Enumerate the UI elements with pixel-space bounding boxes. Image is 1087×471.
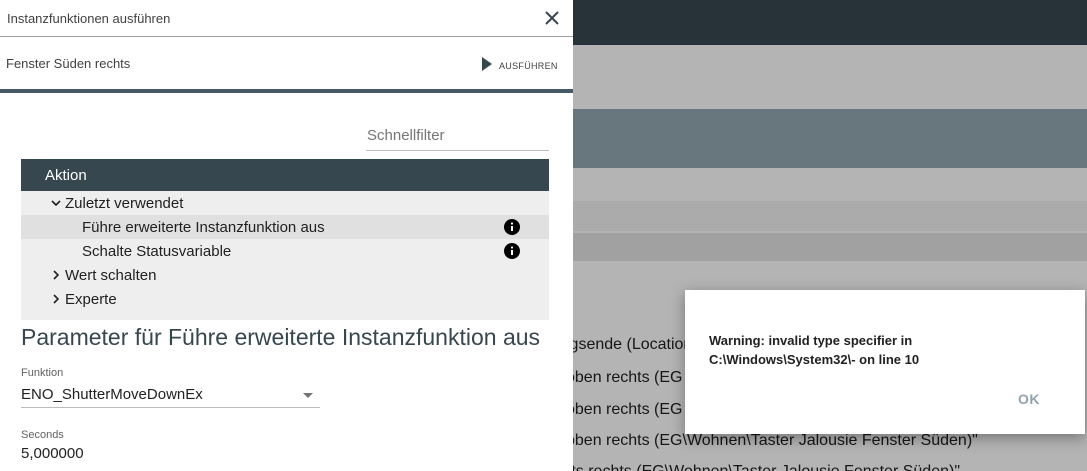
- seconds-input[interactable]: 5,000000: [21, 445, 84, 462]
- instance-name: Fenster Süden rechts: [6, 56, 131, 71]
- seconds-label: Seconds: [21, 429, 64, 441]
- tree-item-extended-instance-function[interactable]: Führe erweiterte Instanzfunktion aus: [21, 215, 549, 239]
- dialog-title: Instanzfunktionen ausführen: [7, 10, 171, 26]
- chevron-right-icon: [49, 268, 63, 282]
- tree-group-switch-value[interactable]: Wert schalten: [21, 263, 549, 287]
- tree-group-expert[interactable]: Experte: [21, 287, 549, 311]
- dialog-header: Instanzfunktionen ausführen: [0, 0, 573, 37]
- function-field-label-wrap: Funktion: [21, 367, 63, 379]
- function-select-value: ENO_ShutterMoveDownEx: [21, 386, 203, 403]
- warning-dialog: Warning: invalid type specifier in C:\Wi…: [685, 290, 1085, 434]
- warning-message-line: C:\Windows\System32\- on line 10: [709, 352, 920, 367]
- action-tree-body: Zuletzt verwendet Führe erweiterte Insta…: [21, 191, 549, 320]
- close-button[interactable]: [541, 7, 563, 29]
- chevron-right-icon: [49, 292, 63, 306]
- tree-group-recently-used[interactable]: Zuletzt verwendet: [21, 191, 549, 215]
- function-select[interactable]: ENO_ShutterMoveDownEx: [21, 383, 320, 408]
- ok-button[interactable]: OK: [1018, 391, 1040, 407]
- instance-bar: Fenster Süden rechts AUSFÜHREN: [0, 37, 573, 93]
- tree-group-label: Wert schalten: [65, 266, 157, 284]
- quick-filter-placeholder: Schnellfilter: [367, 127, 445, 144]
- instance-functions-dialog: Instanzfunktionen ausführen Fenster Süde…: [0, 0, 573, 471]
- action-tree-header: Aktion: [21, 159, 549, 191]
- action-tree: Aktion Zuletzt verwendet Führe erweitert…: [21, 159, 549, 320]
- dropdown-arrow-icon: [303, 393, 313, 398]
- tree-item-label: Führe erweiterte Instanzfunktion aus: [82, 218, 325, 236]
- play-icon: [482, 57, 492, 71]
- tree-item-switch-status-variable[interactable]: Schalte Statusvariable: [21, 239, 549, 263]
- quick-filter-input[interactable]: Schnellfilter: [366, 122, 549, 151]
- function-label: Funktion: [21, 367, 64, 379]
- tree-group-label: Experte: [65, 290, 117, 308]
- chevron-down-icon: [49, 196, 63, 210]
- close-icon: [545, 11, 559, 25]
- seconds-field: Seconds 5,000000: [21, 429, 84, 462]
- info-icon[interactable]: [504, 243, 520, 259]
- tree-group-label: Zuletzt verwendet: [65, 194, 184, 212]
- run-button-label: AUSFÜHREN: [499, 61, 558, 71]
- run-button[interactable]: AUSFÜHREN: [481, 57, 558, 71]
- info-icon[interactable]: [504, 219, 520, 235]
- warning-message: Warning: invalid type specifier in C:\Wi…: [709, 331, 1059, 369]
- warning-message-line: Warning: invalid type specifier in: [709, 333, 913, 348]
- parameters-title: Parameter für Führe erweiterte Instanzfu…: [21, 324, 541, 350]
- tree-item-label: Schalte Statusvariable: [82, 242, 232, 260]
